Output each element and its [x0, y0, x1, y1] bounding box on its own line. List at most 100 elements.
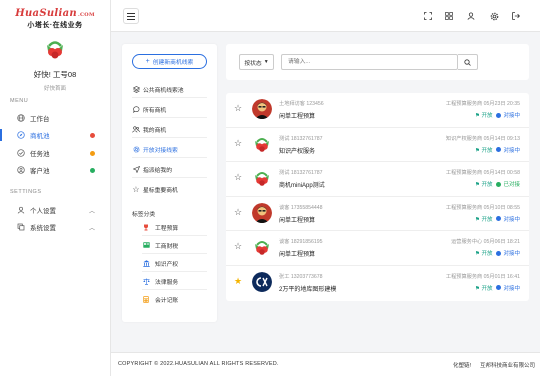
tag-item-legal[interactable]: 法律服务 — [142, 273, 207, 290]
open-flag: ⚑ 开放 — [475, 147, 493, 154]
star-outline-icon[interactable]: ☆ — [234, 207, 242, 217]
provider-time: 工程预算服务商 05月14日 00:58 — [445, 170, 520, 176]
tag-label: 法律服务 — [155, 279, 179, 286]
open-flag-label: 开放 — [481, 216, 493, 223]
category-assigned-to-me[interactable]: 指派给我的 — [132, 161, 207, 178]
list-item[interactable]: ☆ 土地拜访客 123456 闲单工程预算 工程预算服务商 05月23日 20:… — [226, 93, 529, 128]
category-open-leads[interactable]: 开放对接线索 — [132, 141, 207, 158]
opportunity-title[interactable]: 2万平的地库图形建模 — [279, 284, 336, 293]
avatar — [252, 271, 272, 292]
create-opportunity-button[interactable]: + 创建新商机线索 — [132, 54, 207, 69]
tag-item-business-tax[interactable]: 工商财税 — [142, 237, 207, 254]
logout-button[interactable] — [508, 8, 524, 24]
status-badge: 已对接 — [496, 180, 520, 188]
tag-item-accounting[interactable]: 会计记账 — [142, 291, 207, 308]
open-flag: ⚑ 开放 — [475, 285, 493, 292]
footer-link-brand[interactable]: 化塑链! — [453, 361, 471, 369]
open-flag: ⚑ 开放 — [475, 216, 493, 223]
tag-item-engineering-budget[interactable]: 工程预算 — [142, 219, 207, 236]
tag-item-ip[interactable]: 知识产权 — [142, 255, 207, 272]
logout-icon — [512, 12, 520, 20]
chevron-up-icon: ︿ — [88, 225, 95, 232]
fullscreen-button[interactable] — [420, 8, 436, 24]
logo[interactable]: HuaSulian.COM 小塔长·在线业务 — [0, 0, 110, 30]
gear-icon — [490, 12, 498, 20]
sidebar-item-system-settings[interactable]: 系统设置 ︿ — [0, 220, 110, 234]
list-item[interactable]: ★ 张工 13203773678 2万平的地库图形建模 工程预算服务商 05月0… — [226, 266, 529, 301]
settings-section-title: SETTINGS — [10, 189, 42, 195]
sidebar-item-opportunity-pool[interactable]: 商机池 — [0, 128, 110, 142]
search-button[interactable] — [458, 54, 478, 70]
user-subtitle: 好快首面 — [43, 86, 66, 92]
profile-button[interactable] — [463, 8, 479, 24]
settings-button[interactable] — [486, 8, 502, 24]
category-public-pool[interactable]: 公共商机线索池 — [132, 81, 207, 98]
footer-link-company[interactable]: 互邦科技商业有限公司 — [480, 361, 535, 369]
hamburger-icon — [127, 12, 135, 20]
list-item[interactable]: ☆ 谈客 18291856195 闲单工程预算 运营服务中心 05月06日 18… — [226, 231, 529, 266]
contact-info: 测试 18132761787 — [279, 135, 323, 142]
list-item[interactable]: ☆ 谈客 17355854448 闲单工程预算 工程预算服务商 05月10日 0… — [226, 197, 529, 231]
user-avatar[interactable] — [43, 37, 67, 61]
contact-info: 谈客 18291856195 — [279, 239, 323, 245]
menu-toggle-button[interactable] — [123, 8, 139, 24]
menu-section-title: MENU — [10, 98, 29, 104]
category-label: 指派给我的 — [143, 167, 172, 174]
search-input[interactable] — [281, 54, 458, 70]
provider-time: 知识产权服务商 05月14日 09:13 — [445, 135, 520, 142]
send-icon — [132, 165, 140, 173]
opportunity-title[interactable]: 商机miniApp测试 — [279, 180, 325, 189]
open-flag-label: 开放 — [481, 147, 493, 154]
sidebar-item-workbench[interactable]: 工作台 — [0, 111, 110, 125]
logo-brand-text: HuaSulian — [15, 8, 77, 19]
sidebar-item-label: 客户池 — [30, 168, 50, 175]
opportunity-list: ☆ 土地拜访客 123456 闲单工程预算 工程预算服务商 05月23日 20:… — [226, 93, 529, 301]
category-label: 所有商机 — [143, 107, 167, 114]
provider-time: 工程预算服务商 05月10日 08:55 — [445, 204, 520, 211]
star-outline-icon[interactable]: ☆ — [234, 104, 242, 113]
category-label: 星标重要商机 — [143, 188, 178, 194]
star-outline-icon[interactable]: ☆ — [234, 173, 242, 182]
sidebar-item-label: 任务池 — [30, 151, 50, 158]
list-item[interactable]: ☆ 测试 18132761787 商机miniApp测试 工程预算服务商 05月… — [226, 162, 529, 197]
compass-icon — [17, 131, 25, 139]
sidebar-item-label: 个人设置 — [30, 208, 56, 215]
status-label: 对接中 — [503, 113, 520, 119]
status-badge: 对接中 — [496, 284, 520, 292]
avatar — [252, 99, 272, 119]
opportunity-title[interactable]: 闲单工程预算 — [279, 249, 315, 258]
sidebar-item-personal-settings[interactable]: 个人设置 ︿ — [0, 203, 110, 217]
job-number: 工号08 — [52, 70, 77, 79]
star-outline-icon[interactable]: ☆ — [234, 242, 242, 251]
copy-icon — [17, 223, 25, 231]
card-icon — [142, 242, 150, 248]
star-outline-icon[interactable]: ☆ — [234, 138, 242, 148]
greeting: 好快! — [33, 70, 51, 79]
apps-button[interactable] — [441, 8, 457, 24]
status-label: 已对接 — [503, 182, 520, 188]
opportunity-title[interactable]: 知识产权服务 — [279, 146, 315, 155]
category-label: 公共商机线索池 — [143, 87, 184, 94]
open-flag: ⚑ 开放 — [475, 113, 493, 119]
status-filter-dropdown[interactable]: 按状态 ▼ — [239, 54, 274, 70]
tag-label: 工商财税 — [155, 243, 179, 250]
list-item[interactable]: ☆ 测试 18132761787 知识产权服务 知识产权服务商 05月14日 0… — [226, 128, 529, 162]
check-circle-icon — [17, 149, 25, 157]
logo-suffix: .COM — [77, 12, 95, 18]
opportunity-title[interactable]: 闲单工程预算 — [279, 111, 315, 120]
category-all[interactable]: 所有商机 — [132, 101, 207, 118]
sidebar-item-task-pool[interactable]: 任务池 — [0, 146, 110, 160]
opportunity-title[interactable]: 闲单工程预算 — [279, 215, 315, 224]
open-flag-label: 开放 — [481, 182, 493, 188]
avatar — [252, 133, 272, 154]
contact-info: 土地拜访客 123456 — [279, 101, 324, 107]
sidebar-item-label: 商机池 — [30, 133, 50, 140]
star-filled-icon[interactable]: ★ — [234, 276, 242, 286]
sidebar-item-customer-pool[interactable]: 客户池 — [0, 163, 110, 177]
status-dot — [90, 132, 95, 138]
contact-info: 测试 18132761787 — [279, 170, 323, 176]
category-mine[interactable]: 我的商机 — [132, 121, 207, 138]
open-flag: ⚑ 开放 — [475, 251, 493, 257]
category-starred[interactable]: ☆ 星标重要商机 — [132, 181, 207, 198]
open-flag-label: 开放 — [481, 285, 493, 292]
